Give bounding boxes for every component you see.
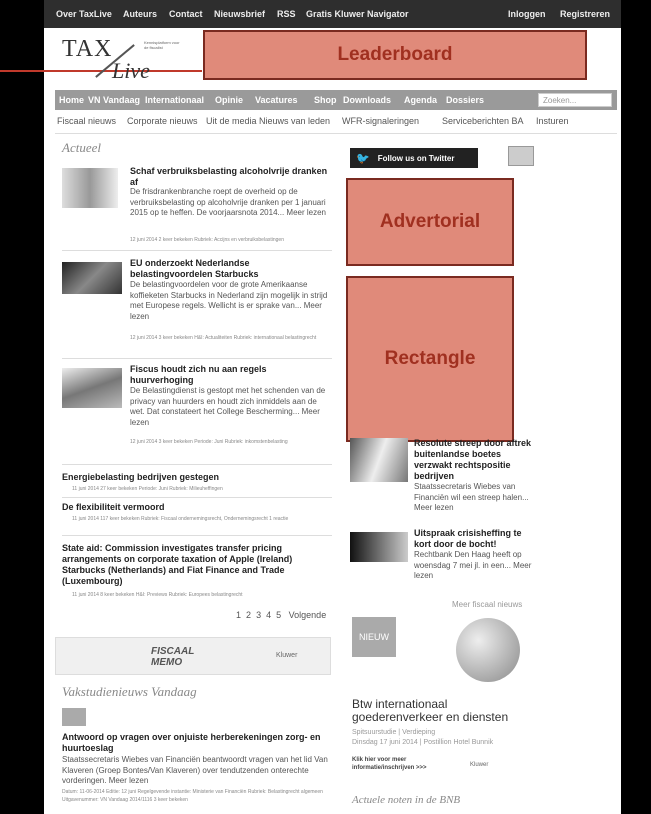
sidebar-article-title[interactable]: Resolute streep door aftrek buitenlandse… [414,438,534,482]
vakstudie-title[interactable]: Antwoord op vragen over onjuiste herbere… [62,732,332,754]
actueel-heading: Actueel [62,140,101,155]
divider [55,133,617,134]
divider [62,358,332,359]
twitter-button[interactable]: 🐦 Follow us on Twitter [350,148,478,168]
pagination: 1 2 3 4 5 Volgende [236,610,326,620]
main-nav: Home VN Vandaag Internationaal Opinie Va… [55,90,617,110]
article-meta: 12 juni 2014 3 keer bekeken Periode: Jun… [130,439,288,445]
vakstudie-heading: Vakstudienieuws Vandaag [62,684,197,699]
sidebar-article-thumbnail[interactable] [350,438,408,482]
register-link[interactable]: Registreren [560,9,610,19]
article-thumbnail[interactable] [62,262,122,294]
sidebar-article-text: Staatssecretaris Wiebes van Financiën wi… [414,482,529,512]
mail-icon[interactable] [508,146,534,166]
sidebar-article-thumbnail[interactable] [350,532,408,562]
subnav-service[interactable]: Serviceberichten BA [442,116,524,126]
article-text: De belastingvoordelen voor de grote Amer… [130,280,328,321]
login-link[interactable]: Inloggen [508,9,546,19]
nav-internationaal[interactable]: Internationaal [145,95,204,105]
vakstudie-logo [62,708,86,726]
short-article-title[interactable]: De flexibiliteit vermoord [62,502,328,513]
topbar-link-nieuwsbrief[interactable]: Nieuwsbrief [214,9,265,19]
topbar-link-navigator[interactable]: Gratis Kluwer Navigator [306,9,409,19]
nav-downloads[interactable]: Downloads [343,95,391,105]
leaderboard-ad[interactable]: Leaderboard [203,30,587,80]
logo-tax: TAX [62,36,113,62]
sub-nav: Fiscaal nieuws Corporate nieuws Uit de m… [55,112,617,132]
nav-home[interactable]: Home [59,95,84,105]
nav-vn-vandaag[interactable]: VN Vandaag [88,95,140,105]
short-article-meta: 11 juni 2014 8 keer bekeken H&I: Preview… [72,592,243,598]
article-text: De frisdrankenbranche roept de overheid … [130,187,326,217]
divider [62,497,332,498]
topbar-link-rss[interactable]: RSS [277,9,296,19]
vakstudie-text: Staatssecretaris Wiebes van Financiën be… [62,755,328,785]
subnav-media[interactable]: Uit de media [206,116,257,126]
search-input[interactable]: Zoeken... [538,93,612,107]
divider [62,250,332,251]
logo-tagline: Kennisplatform voor de fiscalist [144,40,180,50]
nav-agenda[interactable]: Agenda [404,95,437,105]
btw-more-link[interactable]: Klik hier voor meer informatie/inschrijv… [352,756,434,772]
short-article-meta: 11 juni 2014 27 keer bekeken Periode: Ju… [72,486,223,492]
page-4-link[interactable]: 4 [266,610,271,620]
nav-shop[interactable]: Shop [314,95,337,105]
globe-image [456,618,520,682]
kluwer-logo: Kluwer [470,762,489,768]
sidebar-article-text: Rechtbank Den Haag heeft op woensdag 7 m… [414,550,532,580]
twitter-label: Follow us on Twitter [377,153,455,163]
subnav-wfr[interactable]: WFR-signaleringen [342,116,419,126]
subnav-insturen[interactable]: Insturen [536,116,569,126]
subnav-fiscaal[interactable]: Fiscaal nieuws [57,116,116,126]
vakstudie-meta: Datum: 11-06-2014 Editie: 12 juni Regelg… [62,789,323,803]
nav-dossiers[interactable]: Dossiers [446,95,484,105]
topbar-link-auteurs[interactable]: Auteurs [123,9,157,19]
top-bar: Over TaxLive Auteurs Contact Nieuwsbrief… [44,0,621,28]
nav-vacatures[interactable]: Vacatures [255,95,298,105]
sidebar-article-title[interactable]: Uitspraak crisisheffing te kort door de … [414,528,534,550]
article-title[interactable]: Fiscus houdt zich nu aan regels huurverh… [130,364,328,386]
next-page-link[interactable]: Volgende [289,610,327,620]
article-title[interactable]: EU onderzoekt Nederlandse belastingvoord… [130,258,328,280]
btw-date: Dinsdag 17 juni 2014 | Postillion Hotel … [352,739,494,746]
short-article-title[interactable]: Energiebelasting bedrijven gestegen [62,472,328,483]
logo-live: Live [112,58,150,83]
topbar-link-contact[interactable]: Contact [169,9,203,19]
article-title[interactable]: Schaf verbruiksbelasting alcoholvrije dr… [130,166,328,188]
twitter-bird-icon: 🐦 [356,152,370,165]
short-article-title[interactable]: State aid: Commission investigates trans… [62,543,328,587]
divider [62,464,332,465]
topbar-link-over[interactable]: Over TaxLive [56,9,112,19]
article-thumbnail[interactable] [62,368,122,408]
more-news-link[interactable]: Meer fiscaal nieuws [452,600,522,611]
rectangle-ad[interactable]: Rectangle [346,276,514,442]
btw-subtitle: Spitsuurstudie | Verdieping [352,729,436,736]
nav-opinie[interactable]: Opinie [215,95,243,105]
noten-heading: Actuele noten in de BNB [352,794,461,806]
page-3-link[interactable]: 3 [256,610,261,620]
divider [62,535,332,536]
page-5-link[interactable]: 5 [276,610,281,620]
article-meta: 12 juni 2014 2 keer bekeken Rubriek: Acc… [130,237,284,243]
btw-title[interactable]: Btw internationaal goederenverkeer en di… [352,698,532,724]
page-1-link[interactable]: 1 [236,610,241,620]
short-article-meta: 11 juni 2014 117 keer bekeken Rubriek: F… [72,516,289,522]
article-text: De Belastingdienst is gestopt met het sc… [130,386,326,427]
logo[interactable]: TAX Live Kennisplatform voor de fiscalis… [62,34,182,88]
nieuw-badge: NIEUW [352,617,396,657]
article-thumbnail[interactable] [62,168,118,208]
subnav-corporate[interactable]: Corporate nieuws [127,116,198,126]
subnav-leden[interactable]: Nieuws van leden [259,116,330,126]
banner-text: FISCAAL MEMO [151,646,195,668]
article-meta: 12 juni 2014 3 keer bekeken H&I: Actuali… [130,335,317,341]
page-2-link[interactable]: 2 [246,610,251,620]
banner-brand: Kluwer [276,652,298,659]
advertorial-ad[interactable]: Advertorial [346,178,514,266]
fiscaal-memo-banner[interactable]: FISCAAL MEMO Kluwer [55,637,331,675]
